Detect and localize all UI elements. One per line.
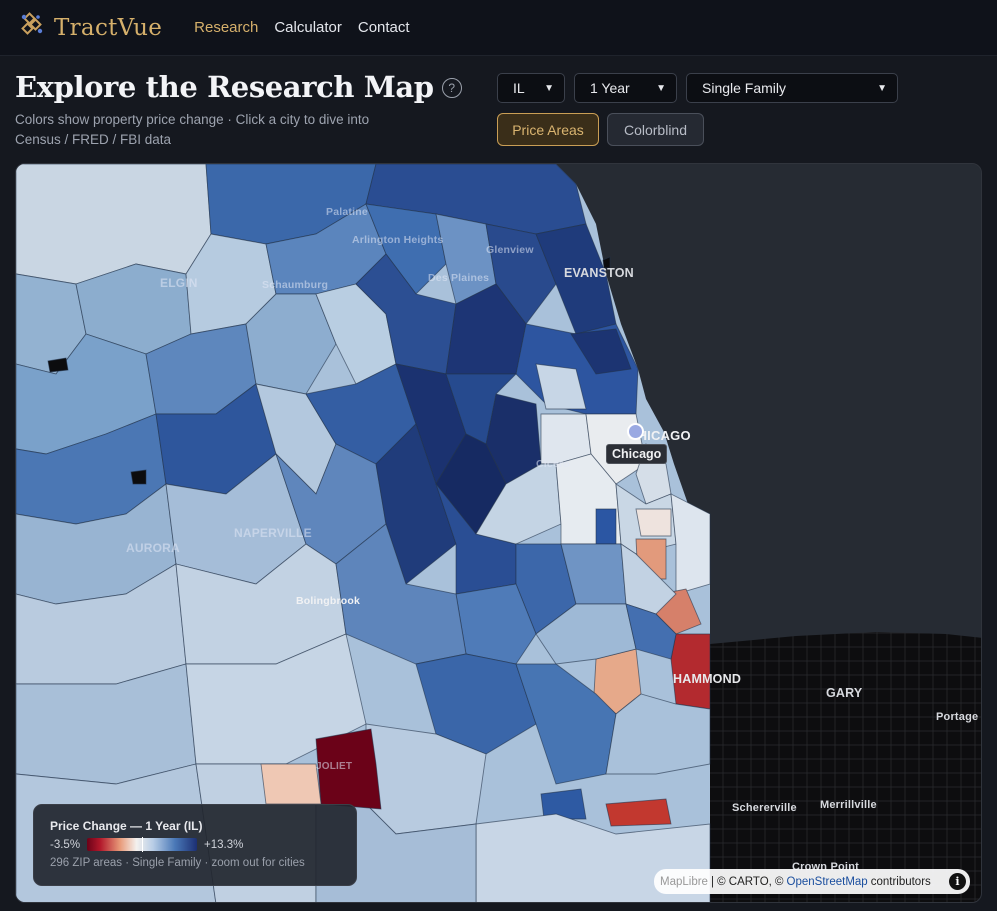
app-name: TractVue bbox=[54, 14, 163, 41]
page-title: Explore the Research Map bbox=[15, 70, 434, 104]
map-label-aurora: AURORA bbox=[126, 541, 180, 555]
legend-color-bar bbox=[87, 837, 198, 852]
period-select-value: 1 Year bbox=[590, 80, 630, 96]
subtitle-line-1: Colors show property price change · Clic… bbox=[15, 112, 370, 127]
map-label-arlington-heights: Arlington Heights bbox=[352, 234, 444, 246]
legend-title: Price Change — 1 Year (IL) bbox=[50, 819, 203, 833]
map-label-elgin: ELGIN bbox=[160, 276, 198, 290]
map-label-des-plaines: Des Plaines bbox=[428, 272, 490, 284]
map-attribution: MapLibre | © CARTO, © OpenStreetMap cont… bbox=[654, 869, 970, 894]
city-tooltip: Chicago bbox=[606, 444, 668, 464]
chevron-down-icon: ▼ bbox=[544, 82, 554, 94]
property-type-select[interactable]: Single Family ▼ bbox=[686, 73, 898, 103]
nav-calculator[interactable]: Calculator bbox=[274, 19, 342, 36]
legend-min: -3.5% bbox=[50, 838, 81, 851]
period-select[interactable]: 1 Year ▼ bbox=[574, 73, 677, 103]
carto-credit: | © CARTO, © bbox=[710, 875, 784, 888]
osm-link[interactable]: OpenStreetMap bbox=[787, 876, 868, 888]
research-map[interactable]: ELGIN Palatine Arlington Heights Schaumb… bbox=[15, 163, 982, 903]
page-header: Explore the Research Map ? Colors show p… bbox=[15, 70, 475, 150]
help-icon[interactable]: ? bbox=[441, 78, 462, 98]
legend-scale: -3.5% +13.3% bbox=[50, 837, 340, 852]
state-select-value: IL bbox=[513, 80, 525, 96]
map-label-portage: Portage bbox=[936, 711, 979, 723]
legend-zero-tick bbox=[142, 837, 144, 852]
map-label-palatine: Palatine bbox=[326, 206, 368, 218]
map-label-bolingbrook: Bolingbrook bbox=[296, 595, 361, 607]
chevron-down-icon: ▼ bbox=[656, 82, 666, 94]
nav-research[interactable]: Research bbox=[194, 19, 258, 36]
map-label-cicero: Cicero bbox=[536, 458, 570, 470]
nav-contact[interactable]: Contact bbox=[358, 19, 410, 36]
map-label-gary: GARY bbox=[826, 686, 863, 700]
chicago-city-marker[interactable] bbox=[627, 423, 644, 440]
tractvue-logo-icon bbox=[18, 11, 46, 44]
map-label-hammond: HAMMOND bbox=[673, 672, 742, 686]
logo[interactable]: TractVue bbox=[18, 11, 162, 44]
state-select[interactable]: IL ▼ bbox=[497, 73, 565, 103]
map-label-evanston: EVANSTON bbox=[564, 266, 634, 280]
page-subtitle: Colors show property price change · Clic… bbox=[15, 110, 475, 150]
property-type-select-value: Single Family bbox=[702, 80, 787, 96]
colorblind-button[interactable]: Colorblind bbox=[607, 113, 704, 146]
choropleth-layer bbox=[16, 164, 981, 902]
legend-note: 296 ZIP areas · Single Family · zoom out… bbox=[50, 857, 305, 869]
info-icon[interactable]: i bbox=[949, 873, 966, 890]
map-legend: Price Change — 1 Year (IL) -3.5% +13.3% … bbox=[33, 804, 357, 886]
subtitle-line-2: Census / FRED / FBI data bbox=[15, 132, 172, 147]
map-label-joliet: JOLIET bbox=[316, 761, 353, 772]
price-areas-button[interactable]: Price Areas bbox=[497, 113, 599, 146]
top-nav: TractVue Research Calculator Contact bbox=[0, 0, 997, 56]
map-controls: IL ▼ 1 Year ▼ Single Family ▼ Price Area… bbox=[497, 73, 917, 146]
map-label-schererville: Schererville bbox=[732, 802, 797, 814]
map-label-glenview: Glenview bbox=[486, 244, 534, 256]
map-label-naperville: NAPERVILLE bbox=[234, 526, 312, 540]
chevron-down-icon: ▼ bbox=[877, 82, 887, 94]
maplibre-link[interactable]: MapLibre bbox=[660, 876, 708, 888]
contributors-text: contributors bbox=[870, 875, 931, 888]
legend-max: +13.3% bbox=[204, 838, 244, 851]
map-label-schaumburg: Schaumburg bbox=[262, 279, 329, 291]
map-label-merrillville: Merrillville bbox=[820, 799, 877, 811]
